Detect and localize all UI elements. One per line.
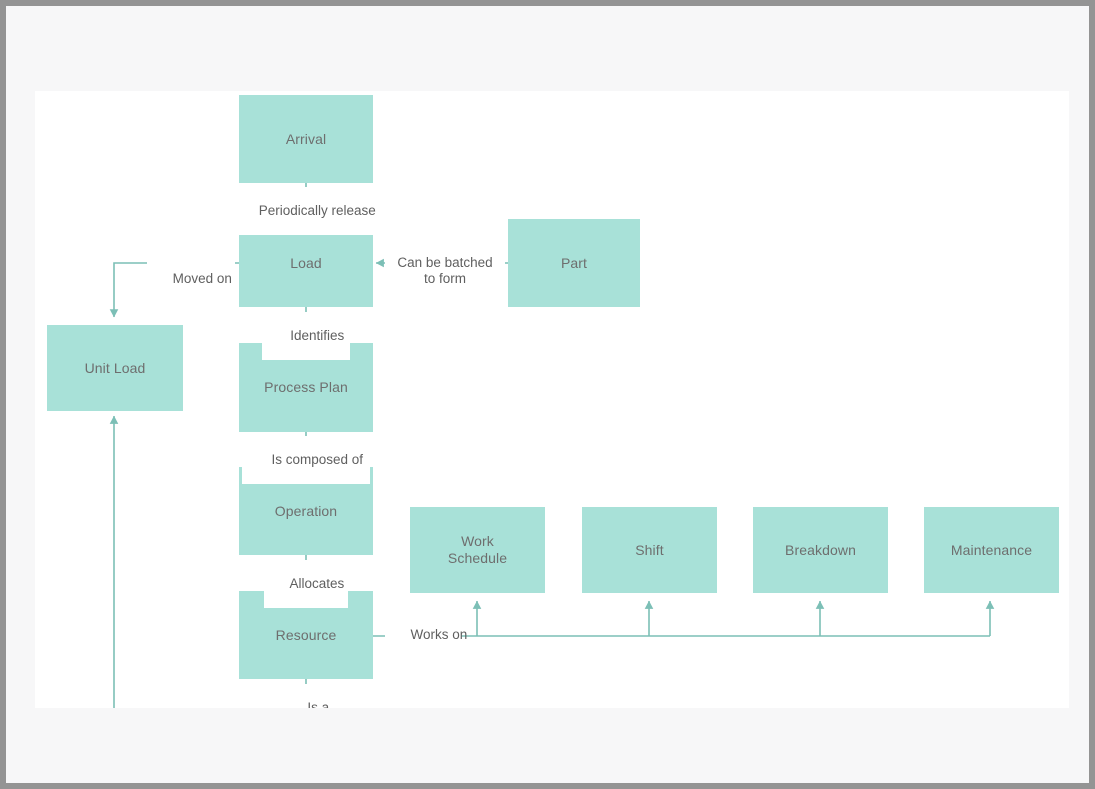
edge-label-text: Can be batched to form bbox=[397, 255, 493, 286]
edge-label-text: Periodically release bbox=[258, 203, 376, 218]
edge-label-is-a: Is a bbox=[278, 684, 336, 708]
node-work-schedule-label: Work Schedule bbox=[447, 533, 508, 566]
node-maintenance-label: Maintenance bbox=[950, 541, 1033, 558]
node-maintenance[interactable]: Maintenance bbox=[924, 507, 1059, 593]
edge-label-text: Moved on bbox=[172, 271, 232, 286]
edge-label-periodically-release: Periodically release bbox=[225, 187, 387, 235]
edge-label-text: Is composed of bbox=[271, 452, 364, 467]
node-unit-load-label: Unit Load bbox=[84, 359, 146, 376]
node-process-plan-label: Process Plan bbox=[264, 379, 348, 395]
diagram-canvas[interactable]: Arrival Load Part Unit Load Process Plan… bbox=[35, 91, 1069, 708]
node-operation-label: Operation bbox=[274, 502, 338, 519]
node-unit-load[interactable]: Unit Load bbox=[47, 325, 183, 411]
edge-label-text: Works on bbox=[410, 627, 468, 642]
edge-label-text: Is a bbox=[307, 700, 330, 708]
window-frame: Arrival Load Part Unit Load Process Plan… bbox=[0, 0, 1095, 789]
node-work-schedule[interactable]: Work Schedule bbox=[410, 507, 545, 593]
edge-label-text: Allocates bbox=[289, 576, 345, 591]
edge-label-text: Identifies bbox=[290, 328, 345, 343]
node-resource-label: Resource bbox=[275, 626, 337, 643]
edge-label-identifies: Identifies bbox=[262, 312, 350, 360]
edge-label-can-be-batched-to-form: Can be batched to form bbox=[385, 239, 505, 287]
edge-label-works-on: Works on bbox=[385, 611, 467, 659]
edge-layer bbox=[109, 183, 995, 708]
edge-label-is-composed-of: Is composed of bbox=[242, 436, 370, 484]
node-arrival[interactable]: Arrival bbox=[239, 95, 373, 183]
node-shift-label: Shift bbox=[635, 541, 664, 558]
node-breakdown-label: Breakdown bbox=[785, 541, 856, 558]
node-arrival-label: Arrival bbox=[285, 130, 327, 147]
edge-label-allocates: Allocates bbox=[264, 560, 348, 608]
node-part-label: Part bbox=[560, 254, 588, 271]
node-breakdown[interactable]: Breakdown bbox=[753, 507, 888, 593]
node-load-label: Load bbox=[290, 254, 322, 271]
node-part[interactable]: Part bbox=[508, 219, 640, 307]
edge-label-moved-on: Moved on bbox=[147, 255, 235, 303]
node-shift[interactable]: Shift bbox=[582, 507, 717, 593]
